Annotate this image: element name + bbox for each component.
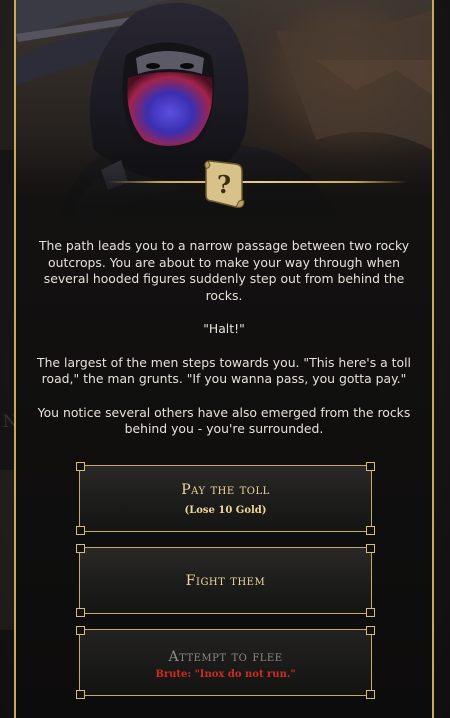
choice-requirement-warning: Brute: "Inox do not run.": [155, 669, 296, 680]
event-screen: IN: [0, 0, 450, 718]
story-paragraph: You notice several others have also emer…: [37, 404, 411, 437]
fight-choice-button[interactable]: Fight them: [76, 544, 375, 617]
section-divider: [108, 181, 408, 183]
svg-text:?: ?: [217, 170, 231, 199]
flee-choice-button[interactable]: Attempt to flee Brute: "Inox do not run.…: [76, 626, 375, 699]
event-card: ? The path leads you to a narrow passage…: [14, 0, 434, 718]
pay-toll-choice-button[interactable]: Pay the toll (Lose 10 Gold): [76, 462, 375, 535]
choice-label: Fight them: [185, 573, 266, 589]
quest-scroll-icon: ?: [200, 155, 248, 211]
story-paragraph: "Halt!": [203, 321, 245, 336]
event-description: The path leads you to a narrow passage b…: [30, 238, 418, 455]
choice-label: Attempt to flee: [168, 649, 283, 665]
story-paragraph: The path leads you to a narrow passage b…: [38, 238, 410, 303]
choice-label: Pay the toll: [181, 482, 270, 498]
story-paragraph: The largest of the men steps towards you…: [37, 354, 411, 387]
choice-cost: (Lose 10 Gold): [184, 505, 267, 516]
